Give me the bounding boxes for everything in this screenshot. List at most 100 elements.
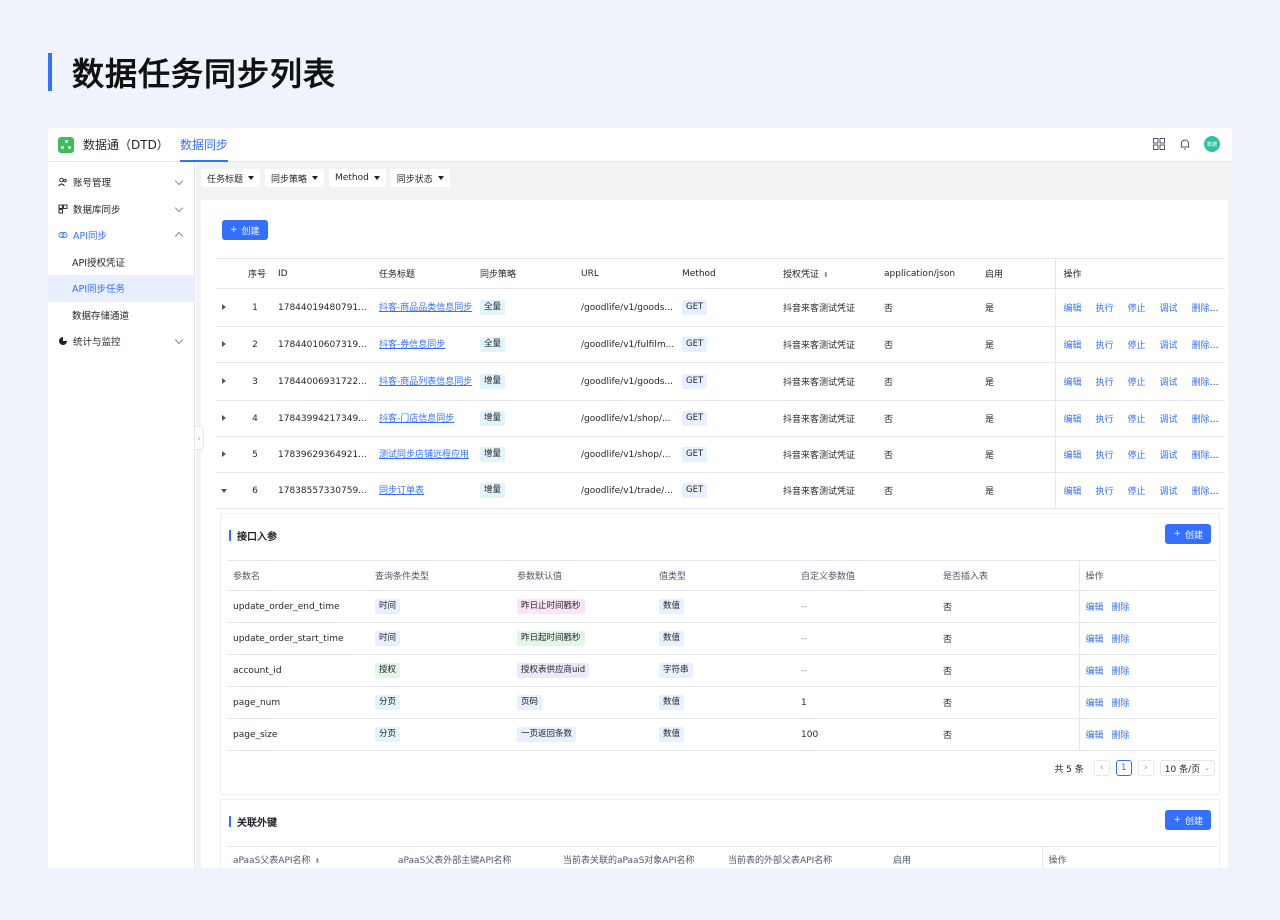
page-number-button[interactable]: 1 <box>1115 760 1132 776</box>
sidebar-item-api-credential[interactable]: API授权凭证 <box>48 249 194 276</box>
value-type-tag: 数值 <box>659 727 685 742</box>
stop-button[interactable]: 停止 <box>1128 451 1146 461</box>
title-accent-bar <box>48 53 52 91</box>
edit-button[interactable]: 编辑 <box>1064 451 1082 461</box>
debug-button[interactable]: 调试 <box>1160 487 1178 497</box>
task-title-link[interactable]: 抖客-门店信息同步 <box>379 414 454 424</box>
delete-button[interactable]: 删除 <box>1112 603 1130 613</box>
chevron-down-icon <box>174 335 184 345</box>
task-title-link[interactable]: 抖客-券信息同步 <box>379 340 445 350</box>
create-task-button[interactable]: + 创建 <box>222 220 268 240</box>
column-header-sortable[interactable]: aPaaS父表API名称 ⬍ <box>227 846 392 868</box>
enabled-flag: 是 <box>985 400 1055 437</box>
prev-page-button[interactable]: ‹ <box>1093 760 1110 776</box>
task-title-link[interactable]: 测试同步店铺远程应用 <box>379 450 469 460</box>
button-label: 创建 <box>1184 530 1203 541</box>
run-button[interactable]: 执行 <box>1096 341 1114 351</box>
delete-button[interactable]: 删除 <box>1192 378 1210 388</box>
stop-button[interactable]: 停止 <box>1128 487 1146 497</box>
sidebar-item-api-sync[interactable]: API同步 <box>48 222 194 249</box>
delete-button[interactable]: 删除 <box>1192 451 1210 461</box>
table-row: page_num 分页 页码 数值 1 否编辑 删除 <box>227 686 1217 719</box>
insert-flag: 否 <box>937 622 1079 655</box>
run-button[interactable]: 执行 <box>1096 451 1114 461</box>
params-section: 接口入参 + 创建 参数名 查询条件类型 参数默认值 值类型 自定义参数值 是否插… <box>221 514 1219 794</box>
delete-button[interactable]: 删除 <box>1192 304 1210 314</box>
bell-icon[interactable] <box>1178 137 1192 151</box>
filter-method[interactable]: Method <box>329 169 386 187</box>
edit-button[interactable]: 编辑 <box>1064 378 1082 388</box>
debug-button[interactable]: 调试 <box>1160 415 1178 425</box>
filter-sync-status[interactable]: 同步状态 <box>390 169 450 187</box>
delete-button[interactable]: 删除 <box>1112 667 1130 677</box>
app-logo-icon <box>58 136 74 153</box>
sidebar-collapse-button[interactable]: ‹ <box>194 426 204 450</box>
debug-button[interactable]: 调试 <box>1160 341 1178 351</box>
delete-button[interactable]: 删除 <box>1192 415 1210 425</box>
stop-button[interactable]: 停止 <box>1128 378 1146 388</box>
sort-icon[interactable]: ⬍ <box>823 271 829 279</box>
credential: 抖音来客测试凭证 <box>783 400 884 437</box>
edit-button[interactable]: 编辑 <box>1064 415 1082 425</box>
sidebar-item-account[interactable]: 账号管理 <box>48 169 194 196</box>
section-title: 关联外键 <box>229 814 277 829</box>
task-title-link[interactable]: 抖客-商品列表信息同步 <box>379 377 472 387</box>
stop-button[interactable]: 停止 <box>1128 341 1146 351</box>
delete-button[interactable]: 删除 <box>1112 699 1130 709</box>
create-param-button[interactable]: + 创建 <box>1165 524 1211 544</box>
expand-row-icon[interactable] <box>222 377 226 384</box>
column-header: 启用 <box>985 258 1055 289</box>
expand-row-icon[interactable] <box>222 303 226 310</box>
run-button[interactable]: 执行 <box>1096 487 1114 497</box>
column-header-sortable[interactable]: 授权凭证 ⬍ <box>783 258 884 289</box>
delete-button[interactable]: 删除 <box>1112 635 1130 645</box>
edit-button[interactable]: 编辑 <box>1064 304 1082 314</box>
sidebar-item-storage-channel[interactable]: 数据存储通道 <box>48 302 194 329</box>
sidebar-item-stats[interactable]: 统计与监控 <box>48 328 194 355</box>
delete-button[interactable]: 删除 <box>1112 731 1130 741</box>
filter-task-title[interactable]: 任务标题 <box>201 169 261 187</box>
column-header: 值类型 <box>653 560 795 591</box>
collapse-row-icon[interactable] <box>221 488 227 493</box>
enabled-flag: 是 <box>985 288 1055 327</box>
edit-button[interactable]: 编辑 <box>1086 603 1104 613</box>
delete-button[interactable]: 删除 <box>1192 487 1210 497</box>
create-foreign-key-button[interactable]: + 创建 <box>1165 810 1211 830</box>
table-row: 3 17844006931722... 抖客-商品列表信息同步 增量/goodlife… <box>216 362 1225 401</box>
run-button[interactable]: 执行 <box>1096 304 1114 314</box>
edit-button[interactable]: 编辑 <box>1086 731 1104 741</box>
expand-row-icon[interactable] <box>222 340 226 347</box>
value-type-tag: 字符串 <box>659 663 693 678</box>
column-header: 参数名 <box>227 560 369 591</box>
page-size-select[interactable]: 10 条/页 ⌄ <box>1159 760 1215 776</box>
debug-button[interactable]: 调试 <box>1160 304 1178 314</box>
grid-apps-icon[interactable] <box>1152 137 1166 151</box>
edit-button[interactable]: 编辑 <box>1064 487 1082 497</box>
filter-label: 同步策略 <box>271 174 308 185</box>
edit-button[interactable]: 编辑 <box>1086 667 1104 677</box>
stop-button[interactable]: 停止 <box>1128 304 1146 314</box>
tab-data-sync[interactable]: 数据同步 <box>180 128 229 162</box>
task-title-link[interactable]: 抖客-商品品类信息同步 <box>379 303 472 313</box>
chart-icon <box>58 336 68 346</box>
sort-icon[interactable]: ⬍ <box>315 857 321 865</box>
filter-sync-strategy[interactable]: 同步策略 <box>265 169 325 187</box>
edit-button[interactable]: 编辑 <box>1086 635 1104 645</box>
next-page-button[interactable]: › <box>1137 760 1154 776</box>
avatar[interactable]: 数据 <box>1204 136 1220 152</box>
sidebar-item-api-sync-task[interactable]: API同步任务 <box>48 275 194 302</box>
run-button[interactable]: 执行 <box>1096 415 1114 425</box>
debug-button[interactable]: 调试 <box>1160 451 1178 461</box>
edit-button[interactable]: 编辑 <box>1086 699 1104 709</box>
expand-row-icon[interactable] <box>222 450 226 457</box>
sidebar-item-database-sync[interactable]: 数据库同步 <box>48 196 194 223</box>
debug-button[interactable]: 调试 <box>1160 378 1178 388</box>
chevron-down-icon <box>174 176 184 186</box>
task-title-link[interactable]: 同步订单表 <box>379 486 424 496</box>
stop-button[interactable]: 停止 <box>1128 415 1146 425</box>
expand-row-icon[interactable] <box>222 414 226 421</box>
run-button[interactable]: 执行 <box>1096 378 1114 388</box>
delete-button[interactable]: 删除 <box>1192 341 1210 351</box>
custom-value: -- <box>795 590 937 623</box>
edit-button[interactable]: 编辑 <box>1064 341 1082 351</box>
